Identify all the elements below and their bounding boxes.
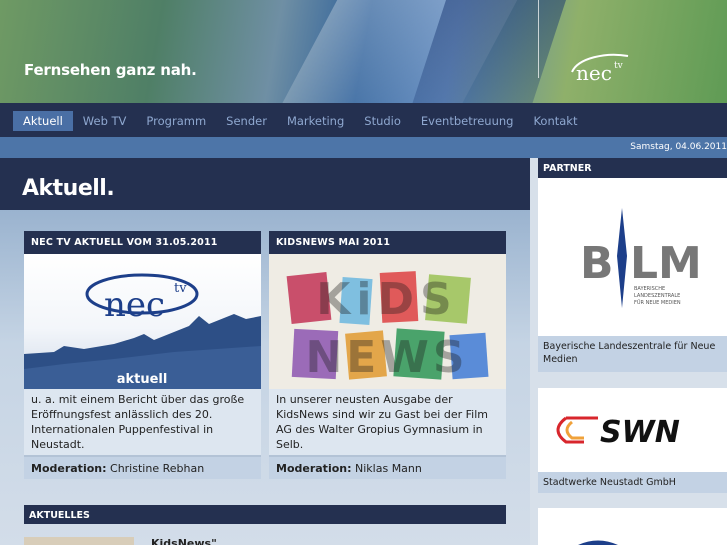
page-title: Aktuell. [22,176,115,201]
nav-item-kontakt[interactable]: Kontakt [523,111,587,131]
moderation-name: Christine Rebhan [106,462,205,475]
news-card-kidsnews[interactable]: KIDSNEWS MAI 2011 KiDS NEWS In unserer n… [269,231,506,479]
current-date: Samstag, 04.06.2011 [630,142,727,152]
main-nav: Aktuell Web TV Programm Sender Marketing… [0,103,727,137]
kidsnews-thumbnail[interactable]: KiDS NEWS [269,254,506,389]
nav-item-marketing[interactable]: Marketing [277,111,354,131]
swn-logo: SWN [556,415,680,450]
partner-swn[interactable]: SWN Stadtwerke Neustadt GmbH [538,388,727,493]
nav-item-aktuell[interactable]: Aktuell [13,111,73,131]
news-card-nec-tv[interactable]: NEC TV AKTUELL VOM 31.05.2011 nec tv akt… [24,231,261,479]
nav-item-web-tv[interactable]: Web TV [73,111,137,131]
header-divider [538,0,539,78]
moderation-name: Niklas Mann [351,462,422,475]
date-bar: Samstag, 04.06.2011 [0,137,727,158]
blm-logo-b: B [580,238,614,289]
nav-item-eventbetreuung[interactable]: Eventbetreuung [411,111,524,131]
nav-item-studio[interactable]: Studio [354,111,411,131]
nav-item-sender[interactable]: Sender [216,111,277,131]
moderation-label: Moderation: [31,462,107,475]
partner-caption[interactable]: Stadtwerke Neustadt GmbH [538,472,727,493]
logo-sup: tv [614,61,624,71]
blm-logo-lm: LM [630,238,702,289]
blm-logo-sub: BAYERISCHE LANDESZENTRALE FÜR NEUE MEDIE… [634,286,682,306]
card-moderation: Moderation: Christine Rebhan [24,455,261,479]
card-moderation: Moderation: Niklas Mann [269,455,506,479]
swn-logo-text: SWN [600,415,680,450]
aktuelles-thumbnail[interactable] [24,537,134,545]
card-description: u. a. mit einem Bericht über das große E… [24,389,261,455]
thumb-caption: aktuell [117,372,168,387]
nav-item-programm[interactable]: Programm [136,111,216,131]
moderation-label: Moderation: [276,462,352,475]
partner-logo-partial [578,540,618,545]
partner-header: PARTNER [538,158,727,178]
partner-blm[interactable]: B LM BAYERISCHE LANDESZENTRALE FÜR NEUE … [538,178,727,372]
header-slogan: Fernsehen ganz nah. [24,61,197,79]
site-header: Fernsehen ganz nah. nec tv [0,0,727,103]
aktuelles-header: AKTUELLES [24,505,506,524]
thumb-logo-sup: tv [174,281,187,296]
card-description: In unserer neusten Ausgabe der KidsNews … [269,389,506,455]
news-word: NEWS [305,332,468,383]
nec-tv-logo[interactable]: nec tv [566,50,636,88]
partner-third[interactable] [538,508,727,545]
partner-caption[interactable]: Bayerische Landeszentrale für Neue Medie… [538,336,727,372]
card-title[interactable]: NEC TV AKTUELL VOM 31.05.2011 [24,231,261,254]
card-title[interactable]: KIDSNEWS MAI 2011 [269,231,506,254]
thumb-logo-text: nec [104,285,165,325]
blm-logo: B LM BAYERISCHE LANDESZENTRALE FÜR NEUE … [580,208,702,308]
aktuelles-item-link[interactable]: KidsNews" [151,537,217,545]
nec-tv-aktuell-thumbnail[interactable]: nec tv aktuell [24,254,261,389]
kids-word: KiDS [316,274,457,325]
logo-text: nec [576,61,612,85]
